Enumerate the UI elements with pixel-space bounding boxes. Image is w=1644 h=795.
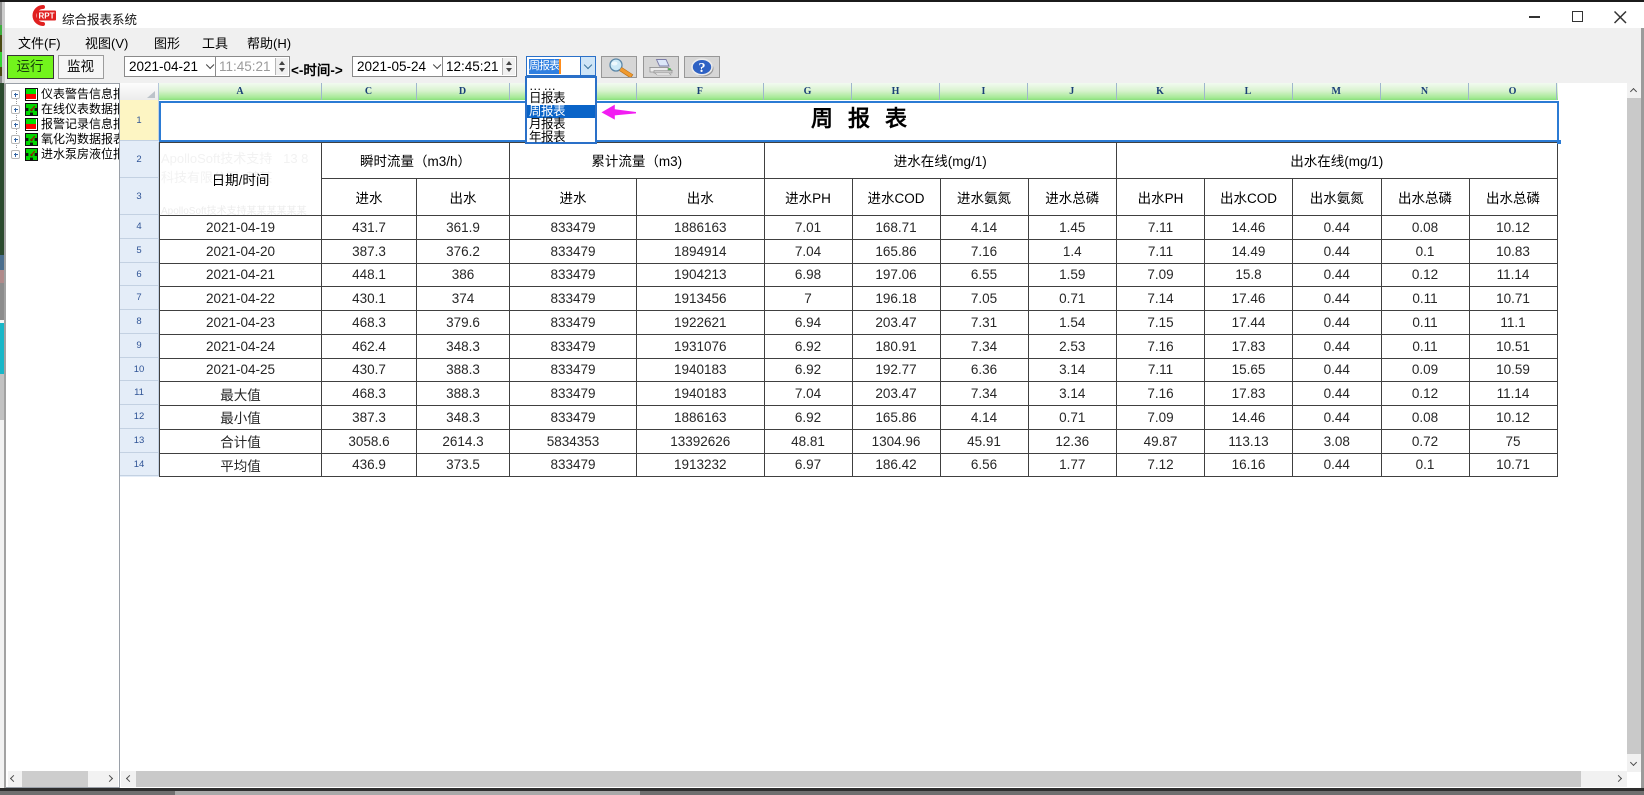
svg-text:?: ? (699, 61, 706, 76)
svg-text:RPT: RPT (39, 12, 55, 21)
